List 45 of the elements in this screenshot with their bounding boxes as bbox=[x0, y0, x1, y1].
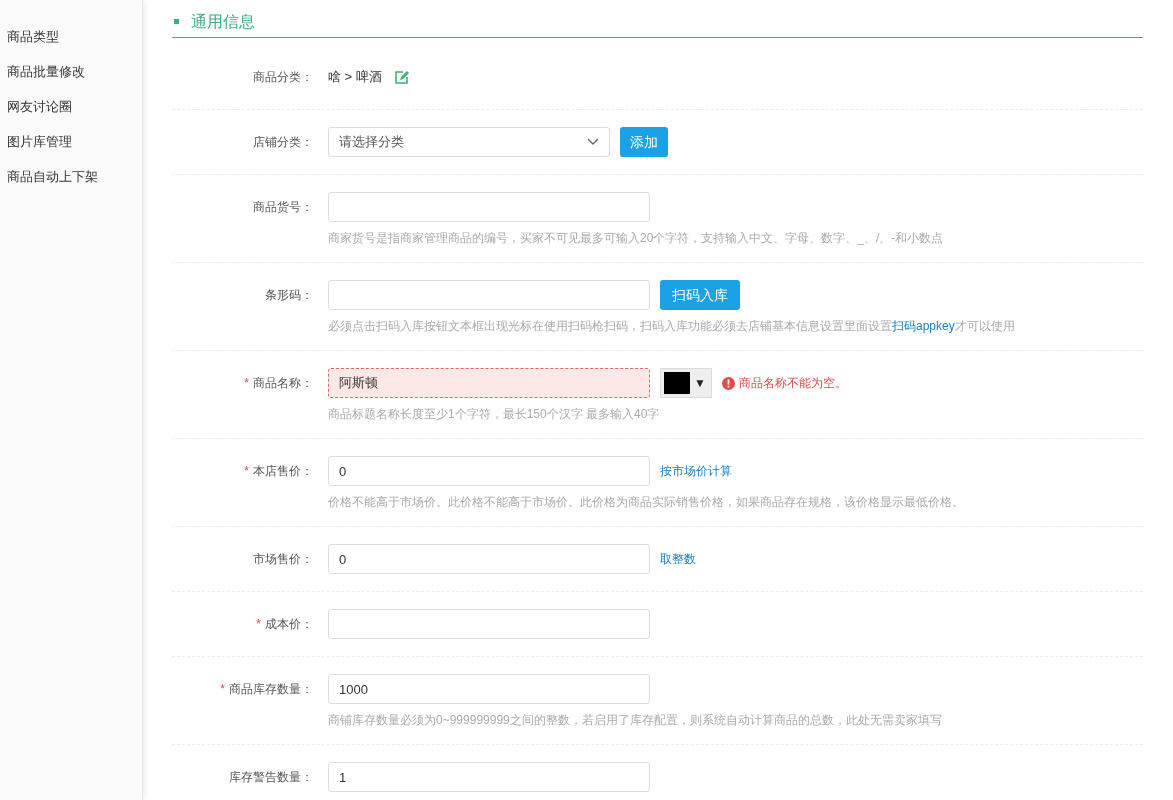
sidebar-item[interactable]: 商品自动上下架 bbox=[0, 167, 142, 202]
field-label: 库存警告数量： bbox=[229, 769, 313, 786]
hint-text: 商品标题名称长度至少1个字符，最长150个汉字 最多输入40字 bbox=[328, 407, 661, 421]
field-label: 店铺分类： bbox=[253, 134, 313, 151]
color-picker[interactable]: ▼ bbox=[660, 368, 712, 398]
field-label: 商品库存数量： bbox=[229, 681, 313, 698]
caret-icon: ▼ bbox=[694, 374, 706, 392]
link[interactable]: 按市场价计算 bbox=[660, 462, 732, 480]
error-icon bbox=[722, 376, 735, 390]
required-mark: * bbox=[244, 463, 249, 480]
field-label: 本店售价： bbox=[253, 463, 313, 480]
hint-text: 商家货号是指商家管理商品的编号，买家不可见最多可输入20个字符，支持输入中文、字母、数字、_、/、-和小数点 bbox=[328, 231, 944, 245]
link[interactable]: 取整数 bbox=[660, 550, 696, 568]
bullet-icon bbox=[174, 19, 179, 24]
input-field[interactable] bbox=[328, 280, 650, 310]
input-field[interactable]: 阿斯顿 bbox=[328, 368, 650, 398]
sidebar-item[interactable]: 图片库管理 bbox=[0, 132, 142, 167]
appkey-link[interactable]: 扫码appkey bbox=[892, 319, 955, 333]
field-label: 商品名称： bbox=[253, 375, 313, 392]
input-field[interactable] bbox=[328, 192, 650, 222]
sidebar-item[interactable]: 商品类型 bbox=[0, 27, 142, 62]
field-label: 成本价： bbox=[265, 616, 313, 633]
hint-text: 价格不能高于市场价。此价格不能高于市场价。此价格为商品实际销售价格，如果商品存在规格，该价格显示最低价格。 bbox=[328, 495, 964, 509]
section-title: 通用信息 bbox=[191, 11, 255, 32]
field-label: 商品分类： bbox=[253, 69, 313, 86]
input-field[interactable]: 1 bbox=[328, 762, 650, 792]
required-mark: * bbox=[244, 375, 249, 392]
chevron-down-icon bbox=[587, 138, 599, 146]
category-select[interactable]: 请选择分类 bbox=[328, 127, 610, 157]
error-message: 商品名称不能为空。 bbox=[739, 375, 847, 392]
edit-icon[interactable] bbox=[393, 69, 410, 85]
sidebar-item[interactable]: 商品批量修改 bbox=[0, 62, 142, 97]
required-mark: * bbox=[220, 681, 225, 698]
field-label: 条形码： bbox=[265, 287, 313, 304]
input-field[interactable] bbox=[328, 609, 650, 639]
input-field[interactable]: 0 bbox=[328, 544, 650, 574]
input-field[interactable]: 0 bbox=[328, 456, 650, 486]
input-field[interactable]: 1000 bbox=[328, 674, 650, 704]
sidebar-item[interactable]: 网友讨论圈 bbox=[0, 97, 142, 132]
hint-text: 商铺库存数量必须为0~999999999之间的整数，若启用了库存配置，则系统自动计算商品的总数，此处无需卖家填写 bbox=[328, 713, 942, 727]
required-mark: * bbox=[256, 616, 261, 633]
field-label: 市场售价： bbox=[253, 551, 313, 568]
category-path: 啥 > 啤酒 bbox=[328, 68, 382, 87]
field-label: 商品货号： bbox=[253, 199, 313, 216]
hint-text: 必须点击扫码入库按钮文本框出现光标在使用扫码枪扫码，扫码入库功能必须去店铺基本信息设置里面设置扫码appkey才可以使用 bbox=[328, 319, 1015, 333]
